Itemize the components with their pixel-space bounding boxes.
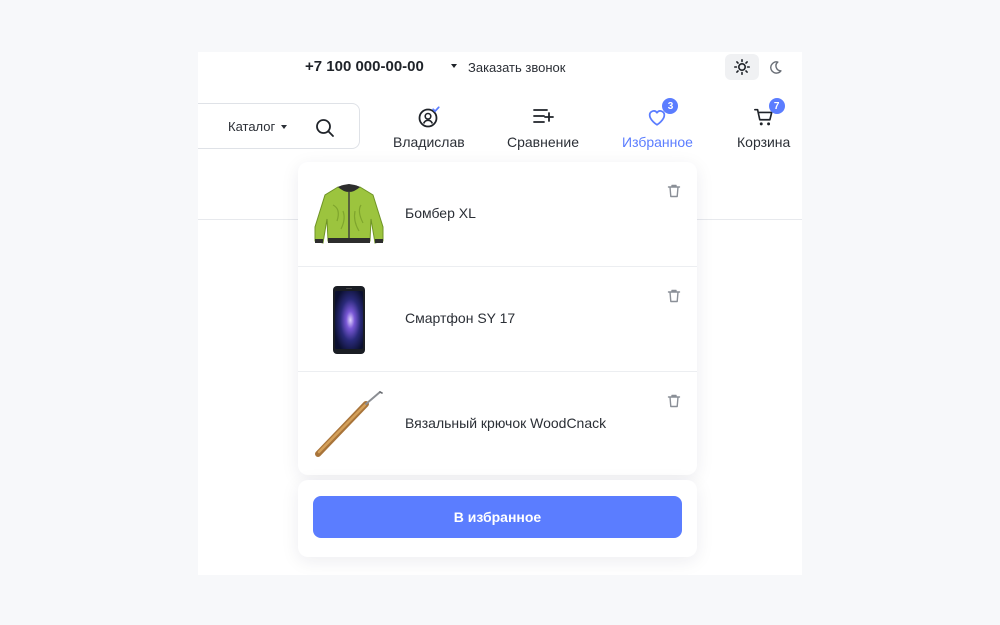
- user-check-icon: [418, 106, 440, 128]
- product-name[interactable]: Смартфон SY 17: [405, 310, 515, 326]
- list-item[interactable]: Вязальный крючок WoodCnack: [298, 372, 697, 475]
- trash-icon: [667, 289, 681, 303]
- search-icon: [316, 119, 334, 137]
- favorites-label: Избранное: [622, 134, 693, 150]
- favorites-footer: В избранное: [298, 480, 697, 557]
- topbar: +7 100 000-00-00 Заказать звонок: [198, 52, 802, 82]
- product-name[interactable]: Бомбер XL: [405, 205, 476, 221]
- moon-icon: [769, 60, 782, 74]
- app-frame: +7 100 000-00-00 Заказать звонок Каталог: [198, 52, 802, 575]
- favorites-dropdown: Бомбер XL Смартфон SY 17 Вязальный крючо…: [298, 162, 697, 475]
- product-name[interactable]: Вязальный крючок WoodCnack: [405, 415, 606, 431]
- catalog-label: Каталог: [228, 119, 276, 134]
- compare-label: Сравнение: [507, 134, 579, 150]
- sun-icon: [734, 59, 750, 75]
- catalog-dropdown[interactable]: Каталог: [228, 119, 288, 134]
- trash-icon: [667, 394, 681, 408]
- nav-favorites[interactable]: 3 Избранное: [622, 98, 693, 150]
- search-bar[interactable]: Каталог: [198, 103, 360, 149]
- chevron-down-icon: [281, 124, 288, 129]
- product-image[interactable]: [312, 390, 386, 460]
- smartphone-image: [333, 286, 365, 354]
- list-item[interactable]: Смартфон SY 17: [298, 267, 697, 372]
- cart-count-badge: 7: [768, 98, 785, 114]
- product-image[interactable]: [312, 285, 386, 355]
- list-item[interactable]: Бомбер XL: [298, 162, 697, 267]
- remove-button[interactable]: [665, 287, 683, 305]
- compare-list-icon: [533, 109, 554, 123]
- compare-icon-wrap: [530, 104, 556, 130]
- trash-icon: [667, 184, 681, 198]
- remove-button[interactable]: [665, 182, 683, 200]
- profile-icon-wrap: [416, 104, 442, 130]
- cart-icon-wrap: 7: [751, 98, 785, 130]
- search-button[interactable]: [313, 116, 337, 140]
- dark-theme-button[interactable]: [764, 56, 786, 78]
- light-theme-button[interactable]: [725, 54, 759, 80]
- crochet-hook-image: [315, 391, 383, 457]
- nav-profile[interactable]: Владислав: [393, 104, 465, 150]
- nav-compare[interactable]: Сравнение: [507, 104, 579, 150]
- cart-label: Корзина: [737, 134, 791, 150]
- phone-number[interactable]: +7 100 000-00-00: [305, 58, 424, 75]
- nav-cart[interactable]: 7 Корзина: [737, 98, 791, 150]
- profile-label: Владислав: [393, 134, 465, 150]
- bomber-jacket-image: [314, 184, 384, 244]
- favorites-icon-wrap: 3: [644, 98, 679, 130]
- product-image[interactable]: [312, 180, 386, 250]
- callback-link[interactable]: Заказать звонок: [468, 60, 565, 75]
- remove-button[interactable]: [665, 392, 683, 410]
- favorites-count-badge: 3: [662, 98, 679, 114]
- go-to-favorites-button[interactable]: В избранное: [313, 496, 682, 538]
- phone-dropdown-icon[interactable]: [451, 64, 457, 68]
